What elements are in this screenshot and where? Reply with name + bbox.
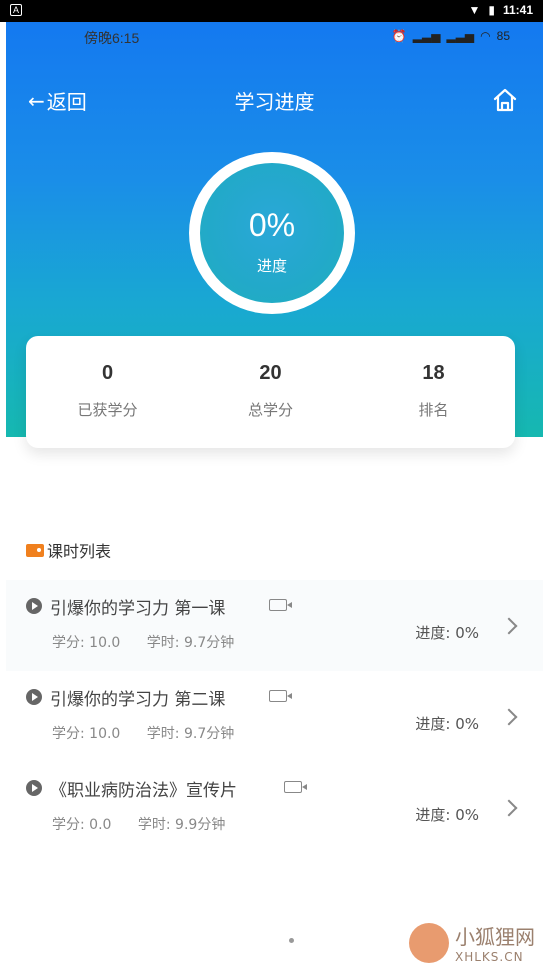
chevron-right-icon [500, 617, 518, 635]
app-badge: A [10, 4, 22, 16]
lesson-title: 引爆你的学习力 第二课 [50, 690, 226, 710]
lesson-progress: 进度: 0% [415, 624, 479, 642]
chevron-right-icon [500, 799, 518, 817]
video-icon [269, 690, 292, 702]
lesson-row[interactable]: 引爆你的学习力 第一课 学分: 10.0 学时: 9.7分钟 进度: 0% [6, 580, 543, 671]
fox-logo-icon [409, 922, 449, 963]
battery-icon: ▮ [488, 3, 495, 17]
alarm-icon: ⏰ [391, 29, 407, 43]
stats-card: 0 已获学分 20 总学分 18 排名 [26, 336, 515, 448]
lesson-title: 引爆你的学习力 第一课 [50, 599, 226, 619]
section-header: 课时列表 [26, 538, 111, 562]
watermark: 小狐狸网 XHLKS.CN [409, 921, 535, 964]
video-icon [269, 599, 292, 611]
watermark-en: XHLKS.CN [455, 950, 524, 964]
lesson-row[interactable]: 《职业病防治法》宣传片 学分: 0.0 学时: 9.9分钟 进度: 0% [6, 762, 543, 853]
system-status-bar: A ▼ ▮ 11:41 [0, 0, 543, 22]
lesson-list: 引爆你的学习力 第一课 学分: 10.0 学时: 9.7分钟 进度: 0% 引爆… [6, 580, 543, 853]
play-icon [26, 598, 42, 614]
page-title: 学习进度 [234, 90, 315, 114]
video-icon [284, 781, 307, 793]
stat-label: 排名 [418, 401, 449, 419]
lesson-meta: 学分: 0.0 学时: 9.9分钟 [52, 814, 247, 834]
wifi-icon: ◠ [480, 29, 491, 43]
nav-bar: ← 返回 学习进度 [6, 80, 543, 120]
battery-level: 85 [496, 29, 510, 43]
stat-value: 20 [259, 362, 282, 384]
lesson-meta: 学分: 10.0 学时: 9.7分钟 [52, 632, 256, 652]
watermark-cn: 小狐狸网 [455, 925, 535, 949]
progress-label: 进度 [256, 257, 287, 275]
lesson-hours: 学时: 9.7分钟 [146, 726, 235, 742]
inner-status-icons: ⏰ ▂▃▅ ▂▃▅ ◠ 85 [392, 29, 510, 43]
system-clock: 11:41 [502, 3, 533, 17]
lesson-title: 《职业病防治法》宣传片 [50, 781, 237, 801]
play-icon [26, 780, 42, 796]
lesson-credit: 学分: 0.0 [52, 817, 112, 833]
signal-icon: ▂▃▅ [446, 29, 475, 43]
lesson-progress: 进度: 0% [415, 806, 479, 824]
page-indicator-dot [289, 938, 294, 943]
inner-time: 傍晚6:15 [84, 30, 140, 46]
stat-earned-credits: 0 已获学分 [26, 336, 189, 448]
lesson-hours: 学时: 9.7分钟 [146, 635, 235, 651]
lesson-progress: 进度: 0% [415, 715, 479, 733]
play-icon [26, 689, 42, 705]
signal-icon: ▂▃▅ [412, 29, 441, 43]
lesson-hours: 学时: 9.9分钟 [137, 817, 226, 833]
home-icon[interactable] [491, 86, 519, 114]
wifi-icon: ▼ [468, 3, 481, 17]
section-title: 课时列表 [47, 542, 112, 561]
lesson-credit: 学分: 10.0 [52, 635, 121, 651]
stat-ranking: 18 排名 [352, 336, 515, 448]
lesson-meta: 学分: 10.0 学时: 9.7分钟 [52, 723, 256, 743]
stat-label: 已获学分 [77, 401, 138, 419]
chevron-right-icon [500, 708, 518, 726]
stat-total-credits: 20 总学分 [189, 336, 352, 448]
inner-status-bar: 傍晚6:15 ⏰ ▂▃▅ ▂▃▅ ◠ 85 [80, 28, 510, 48]
progress-ring: 0% 进度 [189, 152, 355, 314]
stat-value: 18 [422, 362, 445, 384]
stat-value: 0 [101, 362, 114, 384]
tag-icon [26, 543, 44, 557]
lesson-row[interactable]: 引爆你的学习力 第二课 学分: 10.0 学时: 9.7分钟 进度: 0% [6, 671, 543, 762]
stat-label: 总学分 [247, 401, 293, 419]
system-status-icons: ▼ ▮ 11:41 [468, 3, 533, 17]
progress-percent: 0% [248, 207, 296, 243]
lesson-credit: 学分: 10.0 [52, 726, 121, 742]
